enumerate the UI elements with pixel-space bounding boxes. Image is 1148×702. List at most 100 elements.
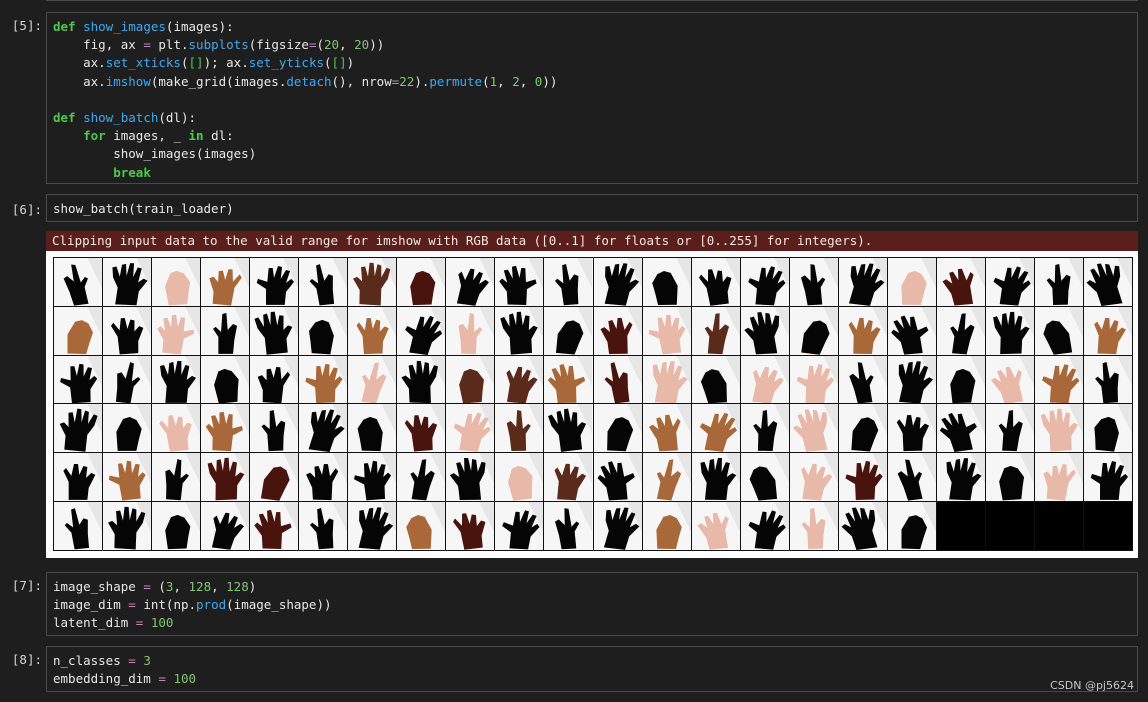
hand-thumbnail [838, 404, 887, 453]
hand-thumbnail [54, 502, 103, 550]
code-line: embedding_dim = 100 [53, 671, 197, 687]
hand-thumbnail [838, 453, 887, 502]
hand-thumbnail [201, 404, 250, 453]
hand-thumbnail [250, 502, 299, 550]
grid-padding [936, 502, 985, 550]
hand-thumbnail [1034, 258, 1083, 306]
hand-thumbnail [789, 453, 838, 502]
hand-thumbnail [544, 258, 593, 306]
code-line: ax.set_xticks([]); ax.set_yticks([]) [83, 55, 355, 71]
hand-thumbnail [201, 306, 250, 355]
code-editor[interactable]: def show_images(images): fig, ax = plt.s… [46, 12, 1138, 184]
hand-thumbnail [201, 453, 250, 502]
hand-thumbnail [740, 355, 789, 404]
hand-thumbnail [936, 355, 985, 404]
hand-thumbnail [1034, 404, 1083, 453]
hand-thumbnail [887, 453, 936, 502]
hand-thumbnail [838, 355, 887, 404]
hand-thumbnail [593, 355, 642, 404]
hand-thumbnail [152, 306, 201, 355]
hand-thumbnail [691, 355, 740, 404]
hand-thumbnail [299, 258, 348, 306]
hand-thumbnail [642, 502, 691, 550]
hand-thumbnail [348, 306, 397, 355]
hand-thumbnail [54, 306, 103, 355]
hand-thumbnail [250, 453, 299, 502]
hand-thumbnail [299, 502, 348, 550]
code-line: def show_batch(dl): [53, 110, 197, 126]
cell-prompt: [5]: [11, 18, 42, 33]
hand-thumbnail [103, 502, 152, 550]
hand-thumbnail [985, 258, 1034, 306]
code-line: break [113, 164, 151, 180]
code-line: for images, _ in dl: [83, 128, 234, 144]
grid-padding [1083, 502, 1132, 550]
code-line: n_classes = 3 [53, 653, 151, 668]
hand-thumbnail [250, 258, 299, 306]
hand-thumbnail [446, 453, 495, 502]
hand-thumbnail [495, 453, 544, 502]
code-line: image_shape = (3, 128, 128) [53, 579, 257, 594]
hand-thumbnail [397, 306, 446, 355]
hand-thumbnail [201, 355, 250, 404]
hand-thumbnail [446, 502, 495, 550]
hand-thumbnail [985, 306, 1034, 355]
hand-thumbnail [397, 404, 446, 453]
hand-thumbnail [495, 502, 544, 550]
hand-thumbnail [642, 404, 691, 453]
hand-thumbnail [1083, 306, 1132, 355]
hand-thumbnail [495, 355, 544, 404]
hand-thumbnail [495, 306, 544, 355]
hand-thumbnail [740, 502, 789, 550]
hand-thumbnail [593, 453, 642, 502]
hand-thumbnail [348, 502, 397, 550]
hand-thumbnail [299, 453, 348, 502]
code-line: show_images(images) [113, 146, 257, 162]
hand-thumbnail [1034, 355, 1083, 404]
hand-thumbnail [593, 502, 642, 550]
hand-thumbnail [740, 404, 789, 453]
hand-thumbnail [397, 453, 446, 502]
hand-thumbnail [152, 404, 201, 453]
hand-thumbnail [789, 404, 838, 453]
grid-padding [1034, 502, 1083, 550]
image-grid [53, 257, 1133, 551]
hand-thumbnail [691, 404, 740, 453]
hand-thumbnail [936, 306, 985, 355]
hand-thumbnail [1083, 258, 1132, 306]
code-editor[interactable]: show_batch(train_loader) [46, 194, 1138, 222]
hand-thumbnail [887, 258, 936, 306]
grid-padding [985, 502, 1034, 550]
hand-thumbnail [446, 258, 495, 306]
hand-thumbnail [103, 453, 152, 502]
hand-thumbnail [887, 306, 936, 355]
hand-thumbnail [103, 306, 152, 355]
code-editor[interactable]: n_classes = 3 embedding_dim = 100 [46, 646, 1138, 692]
hand-thumbnail [495, 258, 544, 306]
hand-thumbnail [691, 306, 740, 355]
watermark: CSDN @pj5624 [1050, 679, 1134, 692]
hand-thumbnail [152, 502, 201, 550]
hand-thumbnail [985, 404, 1034, 453]
hand-thumbnail [54, 453, 103, 502]
hand-thumbnail [54, 258, 103, 306]
code-line: def show_images(images): [53, 19, 234, 34]
code-line: fig, ax = plt.subplots(figsize=(20, 20)) [83, 37, 385, 53]
hand-thumbnail [789, 258, 838, 306]
code-line: image_dim = int(np.prod(image_shape)) [53, 597, 332, 613]
hand-thumbnail [348, 258, 397, 306]
hand-thumbnail [936, 404, 985, 453]
code-editor[interactable]: image_shape = (3, 128, 128) image_dim = i… [46, 572, 1138, 636]
hand-thumbnail [495, 404, 544, 453]
hand-thumbnail [838, 306, 887, 355]
hand-thumbnail [299, 355, 348, 404]
hand-thumbnail [887, 404, 936, 453]
hand-thumbnail [348, 404, 397, 453]
hand-thumbnail [691, 453, 740, 502]
hand-thumbnail [54, 404, 103, 453]
hand-thumbnail [691, 258, 740, 306]
hand-thumbnail [103, 355, 152, 404]
hand-thumbnail [1034, 453, 1083, 502]
hand-thumbnail [446, 355, 495, 404]
hand-thumbnail [593, 306, 642, 355]
